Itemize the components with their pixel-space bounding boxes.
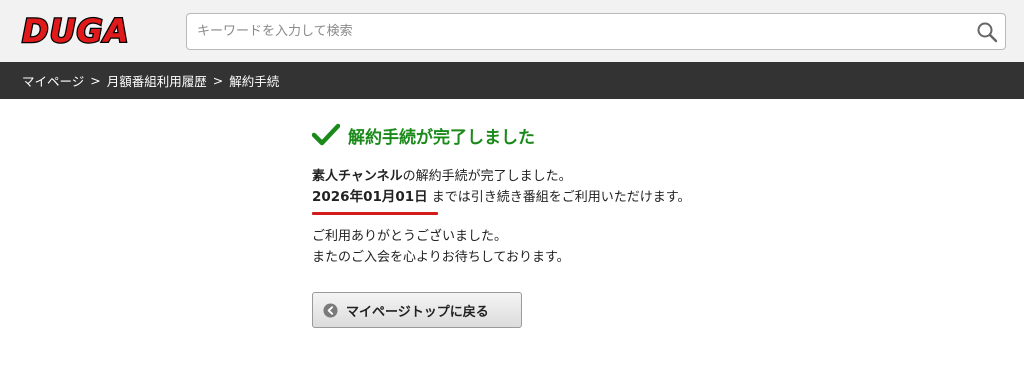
end-date: 2026年01月01日 [312, 189, 428, 205]
page-title: 解約手続が完了しました [348, 127, 535, 148]
thanks-line-2: またのご入会を心よりお待ちしております。 [312, 250, 570, 265]
breadcrumb-item-current: 解約手続 [229, 74, 280, 89]
date-underline [312, 212, 438, 215]
checkmark-icon [312, 123, 340, 146]
breadcrumb-item-mypage[interactable]: マイページ [22, 71, 84, 90]
back-to-mypage-button[interactable]: マイページトップに戻る [312, 292, 522, 328]
main-content: 解約手続が完了しました 素人チャンネルの解約手続が完了しました。 2026年01… [312, 120, 832, 328]
search-box [186, 13, 1006, 50]
channel-name: 素人チャンネル [312, 169, 403, 184]
breadcrumb-separator: > [212, 73, 224, 88]
completion-message: 素人チャンネルの解約手続が完了しました。 2026年01月01日 までは引き続き… [312, 166, 832, 208]
completed-text: の解約手続が完了しました。 [402, 169, 572, 184]
duga-logo[interactable]: DUGA [20, 14, 158, 48]
logo-text: DUGA [22, 14, 130, 48]
search-button[interactable] [973, 18, 1001, 46]
thanks-message: ご利用ありがとうございました。 またのご入会を心よりお待ちしております。 [312, 226, 832, 268]
breadcrumb-separator: > [90, 73, 101, 88]
breadcrumb: マイページ > 月額番組利用履歴 > 解約手続 [0, 62, 1024, 99]
breadcrumb-item-history[interactable]: 月額番組利用履歴 [107, 71, 207, 90]
search-input[interactable] [187, 14, 957, 49]
header: DUGA [0, 0, 1024, 62]
title-row: 解約手続が完了しました [312, 120, 832, 150]
back-button-label: マイページトップに戻る [346, 304, 489, 320]
thanks-line-1: ご利用ありがとうございました。 [312, 229, 508, 244]
continue-text: までは引き続き番組をご利用いただけます。 [431, 190, 691, 205]
search-icon [977, 22, 998, 43]
arrow-left-circle-icon [323, 302, 338, 318]
